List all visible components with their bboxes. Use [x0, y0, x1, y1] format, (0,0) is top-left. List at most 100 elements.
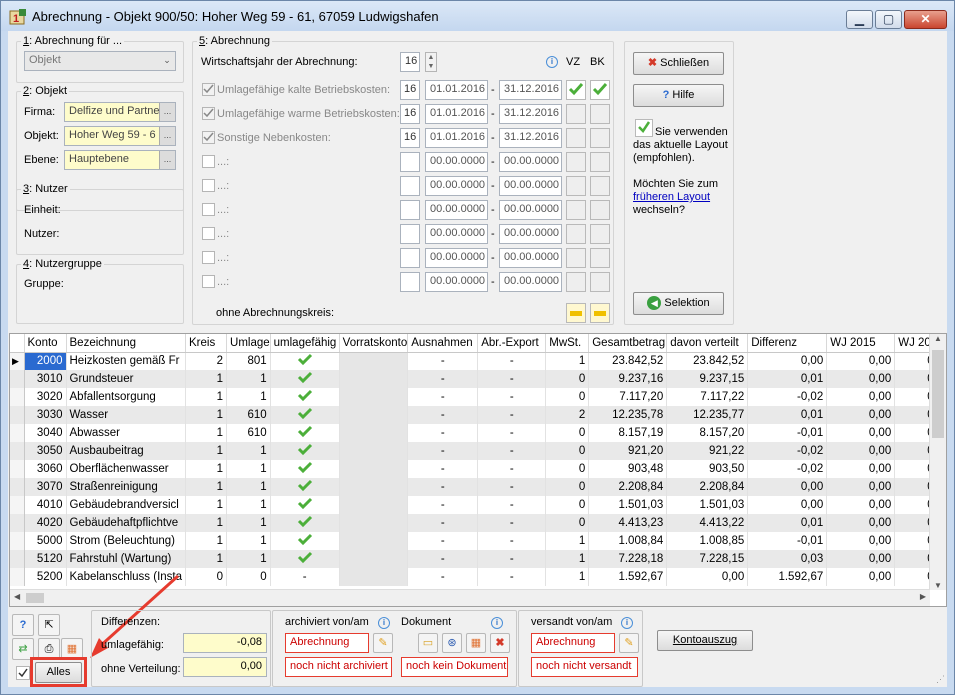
alles-button[interactable]: Alles [35, 662, 82, 683]
row-bk-checkbox[interactable] [590, 200, 610, 220]
row-enable-checkbox[interactable] [202, 131, 215, 144]
column-header[interactable]: Ausnahmen [407, 334, 479, 353]
row-from-date[interactable]: 00.00.0000 [425, 176, 488, 196]
row-number-field[interactable] [400, 272, 420, 292]
ohne-bk-indicator[interactable] [590, 303, 610, 323]
table-row[interactable]: 3020 Abfallentsorgung 1 1- -0 7.117,20 7.117,2… [10, 388, 945, 406]
wj-field[interactable]: 16 [400, 52, 420, 72]
cursor-icon[interactable]: ⇱ [38, 614, 60, 636]
row-to-date[interactable]: 00.00.0000 [499, 176, 562, 196]
row-from-date[interactable]: 00.00.0000 [425, 224, 488, 244]
row-number-field[interactable]: 16 [400, 80, 420, 100]
abrechnung-fuer-select[interactable]: Objekt ⌄ [24, 51, 176, 71]
row-enable-checkbox[interactable] [202, 251, 215, 264]
row-number-field[interactable] [400, 224, 420, 244]
row-number-field[interactable] [400, 176, 420, 196]
archiviert-field[interactable]: Abrechnung [285, 633, 369, 653]
row-from-date[interactable]: 00.00.0000 [425, 200, 488, 220]
firma-field[interactable]: Delfize und Partne... [64, 102, 176, 122]
row-from-date[interactable]: 00.00.0000 [425, 272, 488, 292]
row-number-field[interactable] [400, 152, 420, 172]
table-row[interactable]: ▶ 2000 Heizkosten gemäß Fr 2 801- -1 23.842,52… [10, 352, 945, 370]
row-vz-checkbox[interactable] [566, 224, 586, 244]
table-row[interactable]: 5120 Fahrstuhl (Wartung) 1 1- -1 7.228,18 7.22… [10, 550, 945, 568]
binoculars-icon[interactable]: ⊛ [442, 633, 462, 653]
objekt-browse-button[interactable]: ... [159, 127, 175, 145]
row-vz-checkbox[interactable] [566, 272, 586, 292]
row-to-date[interactable]: 00.00.0000 [499, 200, 562, 220]
row-enable-checkbox[interactable] [202, 83, 215, 96]
row-number-field[interactable] [400, 248, 420, 268]
row-number-field[interactable]: 16 [400, 128, 420, 148]
selektion-button[interactable]: ◀ Selektion [633, 292, 724, 315]
row-to-date[interactable]: 00.00.0000 [499, 224, 562, 244]
column-header[interactable]: Kreis [185, 334, 228, 353]
maximize-button[interactable]: ▢ [875, 10, 902, 29]
row-bk-checkbox[interactable] [590, 152, 610, 172]
row-from-date[interactable]: 01.01.2016 [425, 104, 488, 124]
layout-grid-icon[interactable]: ▦ [466, 633, 486, 653]
row-vz-checkbox[interactable] [566, 80, 586, 100]
row-to-date[interactable]: 00.00.0000 [499, 272, 562, 292]
row-number-field[interactable] [400, 200, 420, 220]
column-header[interactable]: WJ 2015 [826, 334, 896, 353]
row-from-date[interactable]: 01.01.2016 [425, 128, 488, 148]
row-to-date[interactable]: 00.00.0000 [499, 248, 562, 268]
row-to-date[interactable]: 31.12.2016 [499, 104, 562, 124]
resize-grip-icon[interactable]: ⋰ [936, 674, 945, 685]
column-header[interactable]: MwSt. [545, 334, 590, 353]
table-row[interactable]: 5000 Strom (Beleuchtung) 1 1- -1 1.008,84 1.00… [10, 532, 945, 550]
row-vz-checkbox[interactable] [566, 152, 586, 172]
row-vz-checkbox[interactable] [566, 104, 586, 124]
row-bk-checkbox[interactable] [590, 224, 610, 244]
schliessen-button[interactable]: ✖ Schließen [633, 52, 724, 75]
row-vz-checkbox[interactable] [566, 200, 586, 220]
row-bk-checkbox[interactable] [590, 176, 610, 196]
wj-spinner[interactable]: ▲ ▼ [425, 52, 437, 72]
table-row[interactable]: 4010 Gebäudebrandversicl 1 1- -0 1.501,03 1.50… [10, 496, 945, 514]
table-row[interactable]: 3050 Ausbaubeitrag 1 1- -0 921,20 921,22 -0,02 0… [10, 442, 945, 460]
folder-icon[interactable]: ▭ [418, 633, 438, 653]
row-bk-checkbox[interactable] [590, 104, 610, 124]
frueheres-layout-link[interactable]: früheren Layout [633, 191, 710, 203]
row-vz-checkbox[interactable] [566, 176, 586, 196]
kontoauszug-button[interactable]: Kontoauszug [657, 630, 753, 651]
row-to-date[interactable]: 00.00.0000 [499, 152, 562, 172]
table-row[interactable]: 3030 Wasser 1 610- -2 12.235,78 12.235,77 0,01 0… [10, 406, 945, 424]
table-row[interactable]: 3010 Grundsteuer 1 1- -0 9.237,16 9.237,15 0,01… [10, 370, 945, 388]
minimize-button[interactable]: ▁ [846, 10, 873, 29]
table-row[interactable]: 3070 Straßenreinigung 1 1- -0 2.208,84 2.208,8… [10, 478, 945, 496]
row-enable-checkbox[interactable] [202, 155, 215, 168]
row-bk-checkbox[interactable] [590, 80, 610, 100]
row-bk-checkbox[interactable] [590, 248, 610, 268]
column-header[interactable]: Abr.-Export [477, 334, 547, 353]
edit-pencil-icon[interactable]: ✎ [619, 633, 639, 653]
column-header[interactable]: Gesamtbetrag [588, 334, 668, 353]
column-header[interactable]: Vorratskonto [339, 334, 409, 353]
row-bk-checkbox[interactable] [590, 128, 610, 148]
objekt-field[interactable]: Hoher Weg 59 - 6... [64, 126, 176, 146]
select-all-checkbox[interactable] [16, 666, 30, 680]
help-icon[interactable]: ? [12, 614, 34, 636]
delete-x-icon[interactable]: ✖ [490, 633, 510, 653]
row-enable-checkbox[interactable] [202, 227, 215, 240]
row-bk-checkbox[interactable] [590, 272, 610, 292]
column-header[interactable]: Bezeichnung [66, 334, 187, 353]
ebene-browse-button[interactable]: ... [159, 151, 175, 169]
ohne-vz-indicator[interactable] [566, 303, 586, 323]
versandt-field[interactable]: Abrechnung [531, 633, 615, 653]
row-to-date[interactable]: 31.12.2016 [499, 128, 562, 148]
row-enable-checkbox[interactable] [202, 179, 215, 192]
row-from-date[interactable]: 01.01.2016 [425, 80, 488, 100]
konto-table[interactable]: Konto Bezeichnung Kreis Umlage umlagefähig Vo… [9, 333, 947, 607]
column-header[interactable]: Differenz [747, 334, 828, 353]
firma-browse-button[interactable]: ... [159, 103, 175, 121]
column-header[interactable]: Umlage [226, 334, 271, 353]
table-row[interactable]: 3060 Oberflächenwasser 1 1- -0 903,48 903,50 -0… [10, 460, 945, 478]
hilfe-button[interactable]: ? Hilfe [633, 84, 724, 107]
row-enable-checkbox[interactable] [202, 203, 215, 216]
close-window-button[interactable]: ✕ [904, 10, 947, 29]
row-from-date[interactable]: 00.00.0000 [425, 248, 488, 268]
row-from-date[interactable]: 00.00.0000 [425, 152, 488, 172]
row-vz-checkbox[interactable] [566, 248, 586, 268]
